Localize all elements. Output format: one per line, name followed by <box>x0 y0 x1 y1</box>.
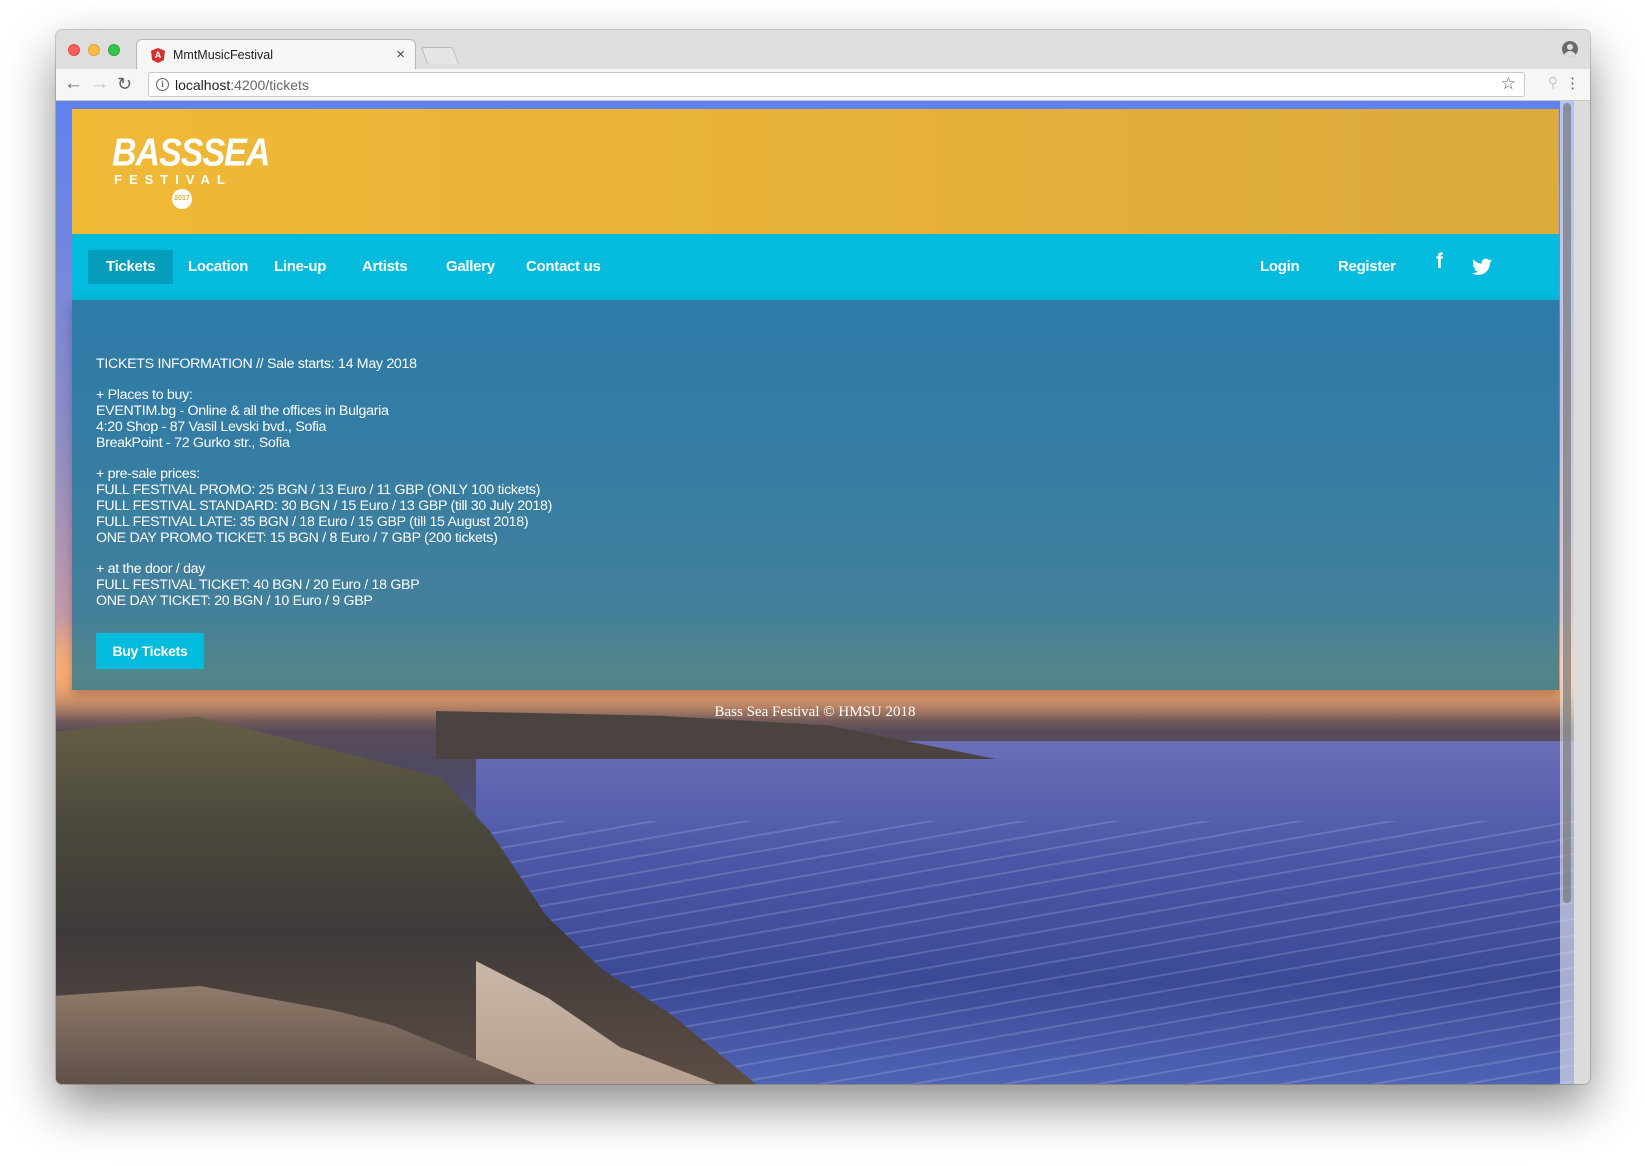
door-line: ONE DAY TICKET: 20 BGN / 10 Euro / 9 GBP <box>96 593 373 609</box>
scrollbar-thumb[interactable] <box>1563 103 1571 903</box>
star-icon[interactable]: ☆ <box>1501 74 1516 94</box>
browser-tab[interactable]: A MmtMusicFestival × <box>136 39 416 69</box>
profile-icon[interactable] <box>1562 41 1578 57</box>
nav-gallery[interactable]: Gallery <box>428 250 513 284</box>
nav-artists[interactable]: Artists <box>344 250 425 284</box>
main-navbar: Tickets Location Line-up Artists Gallery… <box>72 234 1559 300</box>
site-footer: Bass Sea Festival © HMSU 2018 <box>714 704 916 720</box>
place-line: BreakPoint - 72 Gurko str., Sofia <box>96 435 290 451</box>
logo-year-badge: 2017 <box>172 189 192 209</box>
url-host: localhost <box>175 77 231 93</box>
url-text[interactable]: localhost:4200/tickets <box>175 77 309 93</box>
twitter-icon[interactable] <box>1472 250 1492 284</box>
presale-line: FULL FESTIVAL PROMO: 25 BGN / 13 Euro / … <box>96 482 541 498</box>
nav-tickets[interactable]: Tickets <box>88 250 174 284</box>
logo-main-text: BASSSEA <box>112 131 270 175</box>
presale-title: + pre-sale prices: <box>96 466 200 482</box>
door-line: FULL FESTIVAL TICKET: 40 BGN / 20 Euro /… <box>96 577 420 593</box>
menu-icon[interactable]: ⋮ <box>1565 75 1580 93</box>
back-icon[interactable]: ← <box>64 73 83 95</box>
tab-close-icon[interactable]: × <box>396 46 405 63</box>
browser-window: A MmtMusicFestival × ← → ↻ i localhost:4… <box>56 30 1590 1084</box>
door-title: + at the door / day <box>96 561 206 577</box>
facebook-icon[interactable]: f <box>1436 250 1443 284</box>
buy-tickets-button[interactable]: Buy Tickets <box>96 633 204 669</box>
presale-line: FULL FESTIVAL LATE: 35 BGN / 18 Euro / 1… <box>96 514 529 530</box>
page-viewport: BASSSEA FESTIVAL 2017 Tickets Location L… <box>56 101 1574 1084</box>
url-path: :4200/tickets <box>230 77 309 93</box>
nav-line-up[interactable]: Line-up <box>256 250 344 284</box>
tickets-panel: TICKETS INFORMATION // Sale starts: 14 M… <box>72 300 1559 690</box>
places-title: + Places to buy: <box>96 387 193 403</box>
festival-logo[interactable]: BASSSEA FESTIVAL 2017 <box>112 131 270 211</box>
presale-line: FULL FESTIVAL STANDARD: 30 BGN / 15 Euro… <box>96 498 553 514</box>
nav-contact-us[interactable]: Contact us <box>508 250 619 284</box>
tickets-info: TICKETS INFORMATION // Sale starts: 14 M… <box>96 356 552 609</box>
close-window-button[interactable] <box>68 44 80 56</box>
presale-line: ONE DAY PROMO TICKET: 15 BGN / 8 Euro / … <box>96 530 498 546</box>
extension-icon[interactable]: ⚲ <box>1548 74 1558 91</box>
place-line: 4:20 Shop - 87 Vasil Levski bvd., Sofia <box>96 419 327 435</box>
logo-sub-text: FESTIVAL <box>114 172 232 187</box>
address-bar[interactable]: i localhost:4200/tickets ☆ <box>148 72 1525 97</box>
scrollbar[interactable] <box>1560 101 1574 1084</box>
tab-strip: A MmtMusicFestival × <box>56 30 1590 69</box>
nav-register[interactable]: Register <box>1320 250 1414 284</box>
tab-title: MmtMusicFestival <box>173 48 274 62</box>
browser-toolbar: ← → ↻ i localhost:4200/tickets ☆ ⚲ ⋮ <box>56 69 1590 101</box>
zoom-window-button[interactable] <box>108 44 120 56</box>
angular-icon: A <box>151 48 165 63</box>
new-tab-button[interactable] <box>420 47 460 64</box>
nav-login[interactable]: Login <box>1242 250 1317 284</box>
forward-icon[interactable]: → <box>90 73 109 95</box>
reload-icon[interactable]: ↻ <box>117 73 132 95</box>
tickets-heading: TICKETS INFORMATION // Sale starts: 14 M… <box>96 356 417 372</box>
nav-location[interactable]: Location <box>170 250 266 284</box>
info-icon[interactable]: i <box>156 78 169 91</box>
place-line: EVENTIM.bg - Online & all the offices in… <box>96 403 389 419</box>
minimize-window-button[interactable] <box>88 44 100 56</box>
site-header: BASSSEA FESTIVAL 2017 <box>72 109 1559 234</box>
